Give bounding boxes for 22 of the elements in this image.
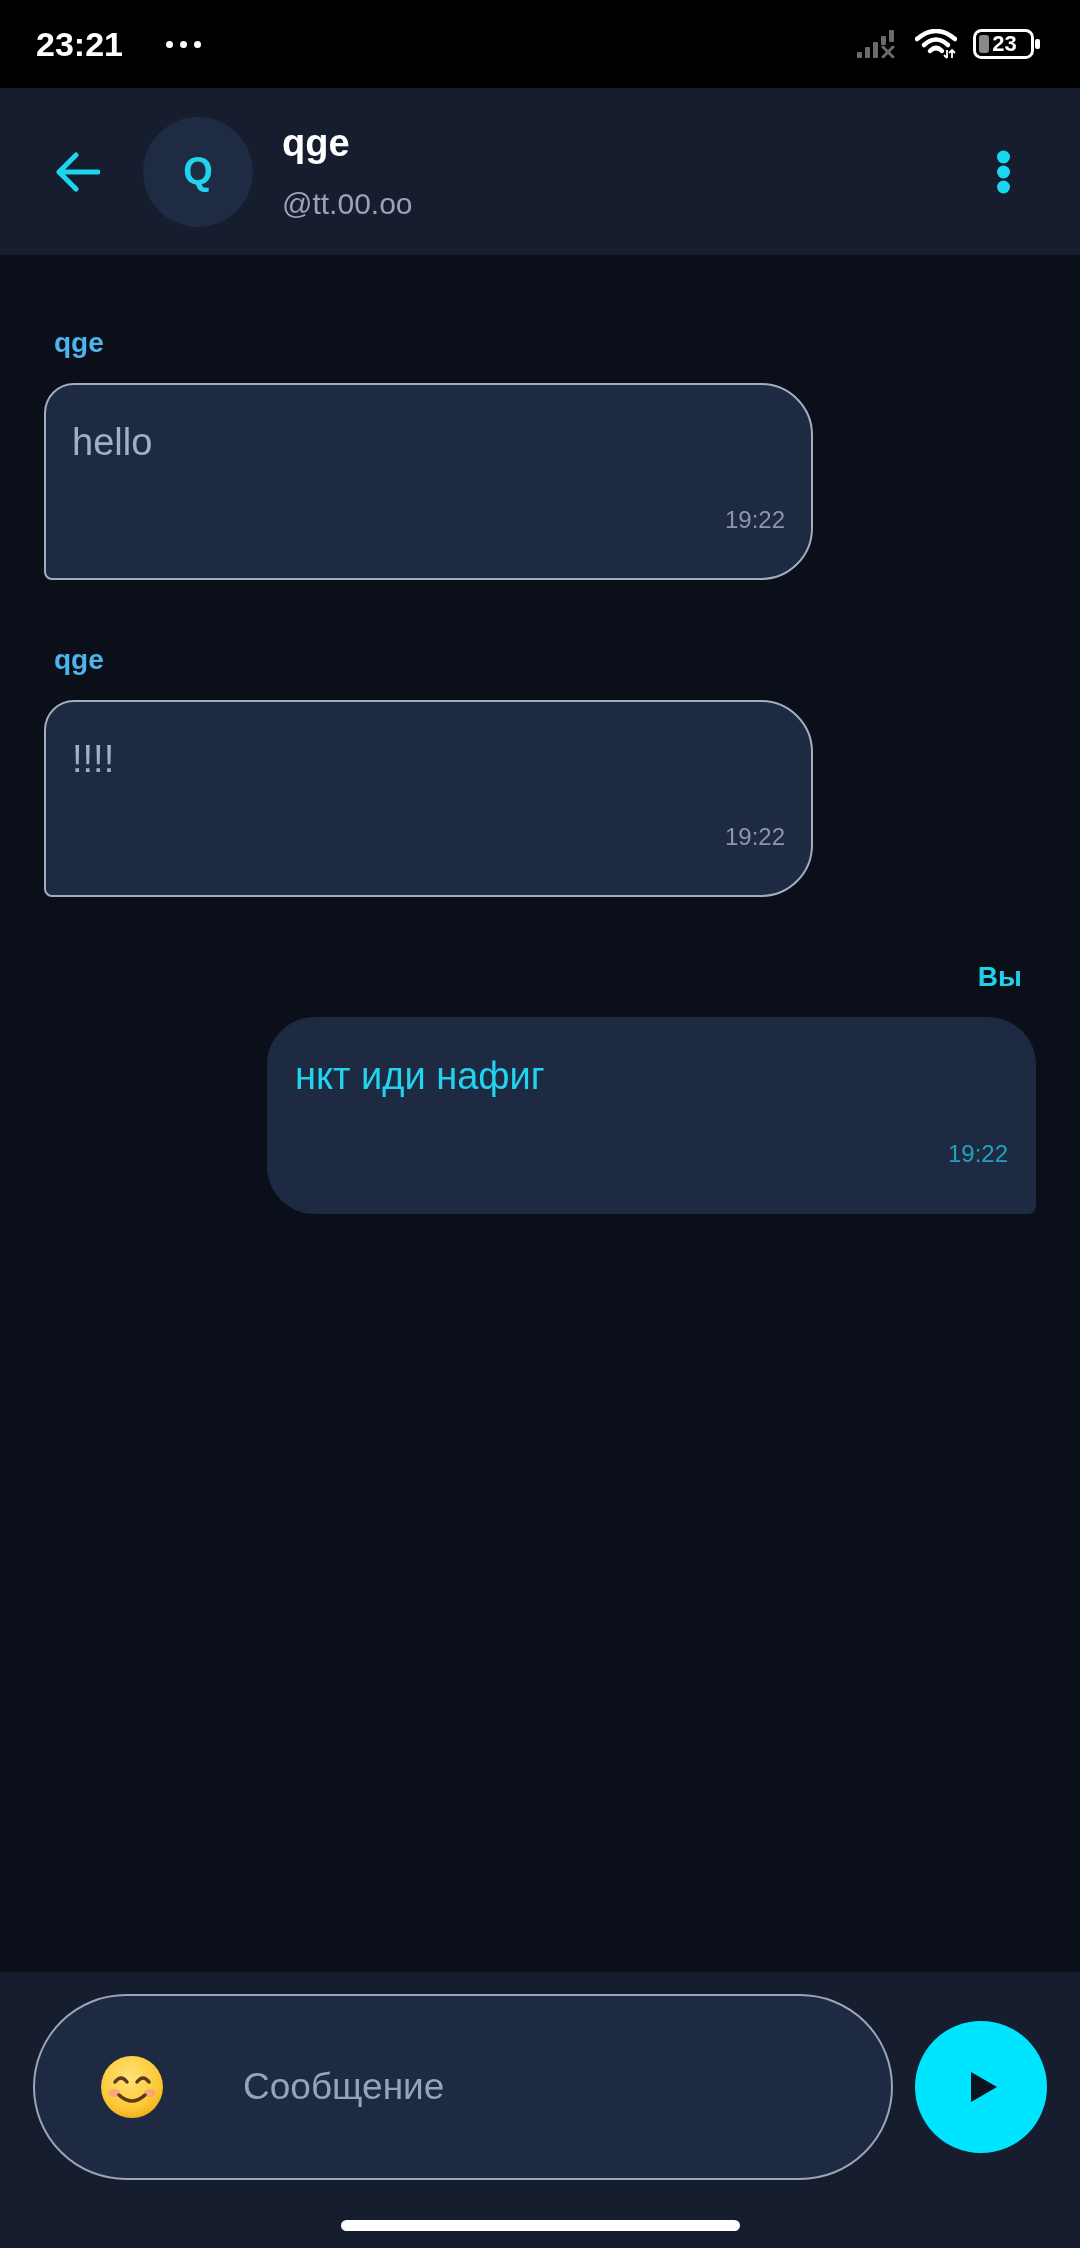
avatar: Q (143, 116, 253, 227)
contact-name: qge (282, 121, 350, 165)
message-time: 19:22 (947, 1139, 1008, 1169)
message-text: нкт иди нафиг (295, 1054, 545, 1099)
dots-icon (165, 40, 201, 48)
status-time: 23:21 (36, 24, 123, 64)
message-text: !!!! (72, 737, 115, 782)
contact-handle: @tt.00.oo (282, 186, 413, 222)
message-text: hello (72, 420, 153, 465)
battery-icon (973, 29, 1040, 59)
smiley-icon[interactable] (100, 2055, 164, 2119)
back-icon[interactable] (55, 151, 100, 192)
sender-name: qge (54, 327, 104, 359)
message-time: 19:22 (724, 505, 785, 535)
sender-name: qge (54, 644, 104, 676)
battery-percentage: 23 (992, 32, 1017, 56)
sender-name: Вы (977, 961, 1022, 993)
more-icon[interactable] (996, 149, 1011, 194)
message-time: 19:22 (724, 822, 785, 852)
message-field[interactable]: Сообщение (33, 1994, 893, 2180)
play-icon (971, 2072, 997, 2102)
wifi-icon (915, 29, 957, 59)
